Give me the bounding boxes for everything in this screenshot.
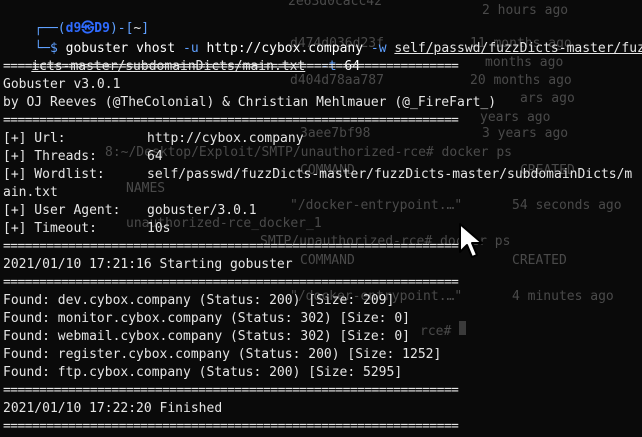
separator: ========================================… [3,383,459,398]
config-label: [+] User Agent: [3,203,121,218]
separator: ========================================… [3,419,459,434]
config-row-timeout: [+] Timeout: 10s [3,220,170,238]
config-label: [+] Url: [3,131,66,146]
start-message: 2021/01/10 17:21:16 Starting gobuster [3,257,293,272]
banner-authors: by OJ Reeves (@TheColonial) & Christian … [3,95,497,110]
separator: ========================================… [3,275,459,290]
command-line[interactable]: └─$ gobuster vhost -u http://cybox.compa… [3,22,642,56]
config-row-threads: [+] Threads: 64 [3,148,163,166]
config-value: http://cybox.company [147,131,304,146]
config-value: ain.txt [3,185,58,200]
config-row-wordlist-wrap: ain.txt [3,184,58,202]
config-value: 64 [147,149,163,164]
separator: ========================================… [3,239,459,254]
config-value: self/passwd/fuzzDicts-master/fuzzDicts-m… [147,167,633,182]
config-row-wordlist: [+] Wordlist: self/passwd/fuzzDicts-maste… [3,166,632,184]
result-line: Found: ftp.cybox.company (Status: 200) [… [3,365,403,380]
command-wordlist-path: self/passwd/fuzzDicts-master/fuzzD [394,41,642,56]
config-value: gobuster/3.0.1 [147,203,257,218]
config-label: [+] Wordlist: [3,167,105,182]
command-line-wrap: icts-master/subdomainDicts/main.txt -t 6… [0,40,360,74]
config-value: 10s [147,221,171,236]
banner-version: Gobuster v3.0.1 [3,77,121,92]
result-line: Found: register.cybox.company (Status: 2… [3,347,442,362]
prompt-line: ┌──(d9㉿D9)-[~] [3,2,149,36]
separator: ========================================… [3,59,459,74]
mouse-pointer-icon [459,223,483,258]
result-line: Found: webmail.cybox.company (Status: 30… [3,329,410,344]
result-line: Found: monitor.cybox.company (Status: 30… [3,311,410,326]
config-label: [+] Threads: [3,149,97,164]
config-label: [+] Timeout: [3,221,97,236]
result-line: Found: dev.cybox.company (Status: 200) [… [3,293,395,308]
finish-message: 2021/01/10 17:22:20 Finished [3,401,223,416]
config-row-url: [+] Url: http://cybox.company [3,130,304,148]
command-flag-w: -w [370,41,387,56]
config-row-user-agent: [+] User Agent: gobuster/3.0.1 [3,202,257,220]
separator: ========================================… [3,113,459,128]
terminal-window[interactable]: ┌──(d9㉿D9)-[~] └─$ gobuster vhost -u htt… [0,0,642,437]
